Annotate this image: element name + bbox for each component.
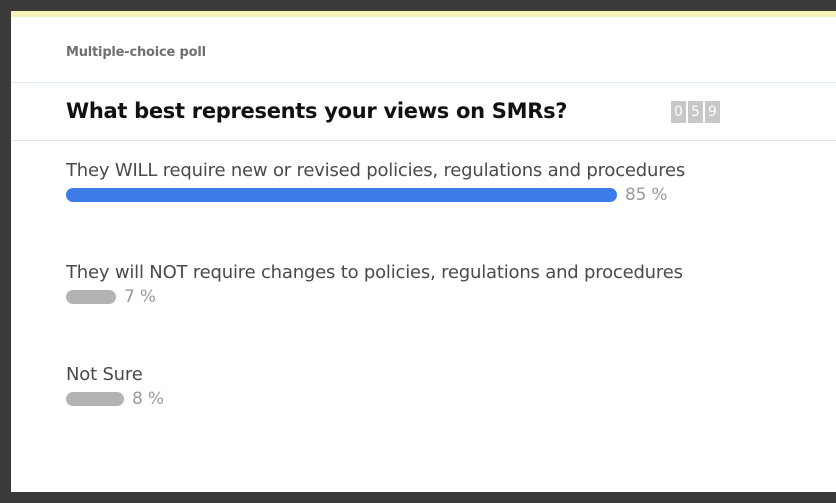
counter-digit: 5 [688,101,703,123]
result-bar [66,188,617,202]
result-percent: 8 % [132,389,164,409]
result-bar [66,290,116,304]
poll-card: Multiple-choice poll What best represent… [11,11,836,492]
response-counter: 0 5 9 [671,101,720,123]
result-row: 85 % [66,185,706,205]
poll-header: Multiple-choice poll [11,17,836,83]
result-percent: 85 % [625,185,668,205]
option-label: They WILL require new or revised policie… [66,160,686,181]
option-label: They will NOT require changes to policie… [66,262,683,283]
option-label: Not Sure [66,364,143,385]
counter-digit: 0 [671,101,686,123]
poll-type-label: Multiple-choice poll [66,45,206,60]
poll-option: Not Sure 8 % [66,364,706,409]
poll-question: What best represents your views on SMRs? [66,99,568,123]
result-bar [66,392,124,406]
result-percent: 7 % [124,287,156,307]
counter-digit: 9 [705,101,720,123]
result-row: 8 % [66,389,706,409]
question-row: What best represents your views on SMRs?… [11,83,836,141]
poll-option: They WILL require new or revised policie… [66,160,706,205]
poll-option: They will NOT require changes to policie… [66,262,706,307]
result-row: 7 % [66,287,706,307]
